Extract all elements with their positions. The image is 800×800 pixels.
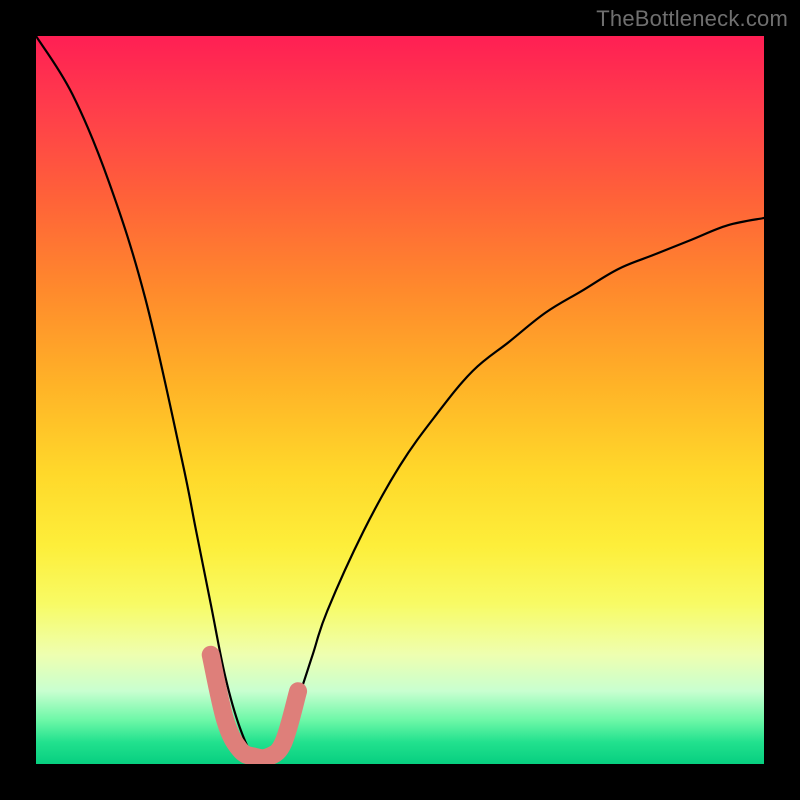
bottleneck-curve: [36, 36, 764, 760]
plot-area: [36, 36, 764, 764]
chart-frame: TheBottleneck.com: [0, 0, 800, 800]
watermark-text: TheBottleneck.com: [596, 6, 788, 32]
curve-layer: [36, 36, 764, 764]
